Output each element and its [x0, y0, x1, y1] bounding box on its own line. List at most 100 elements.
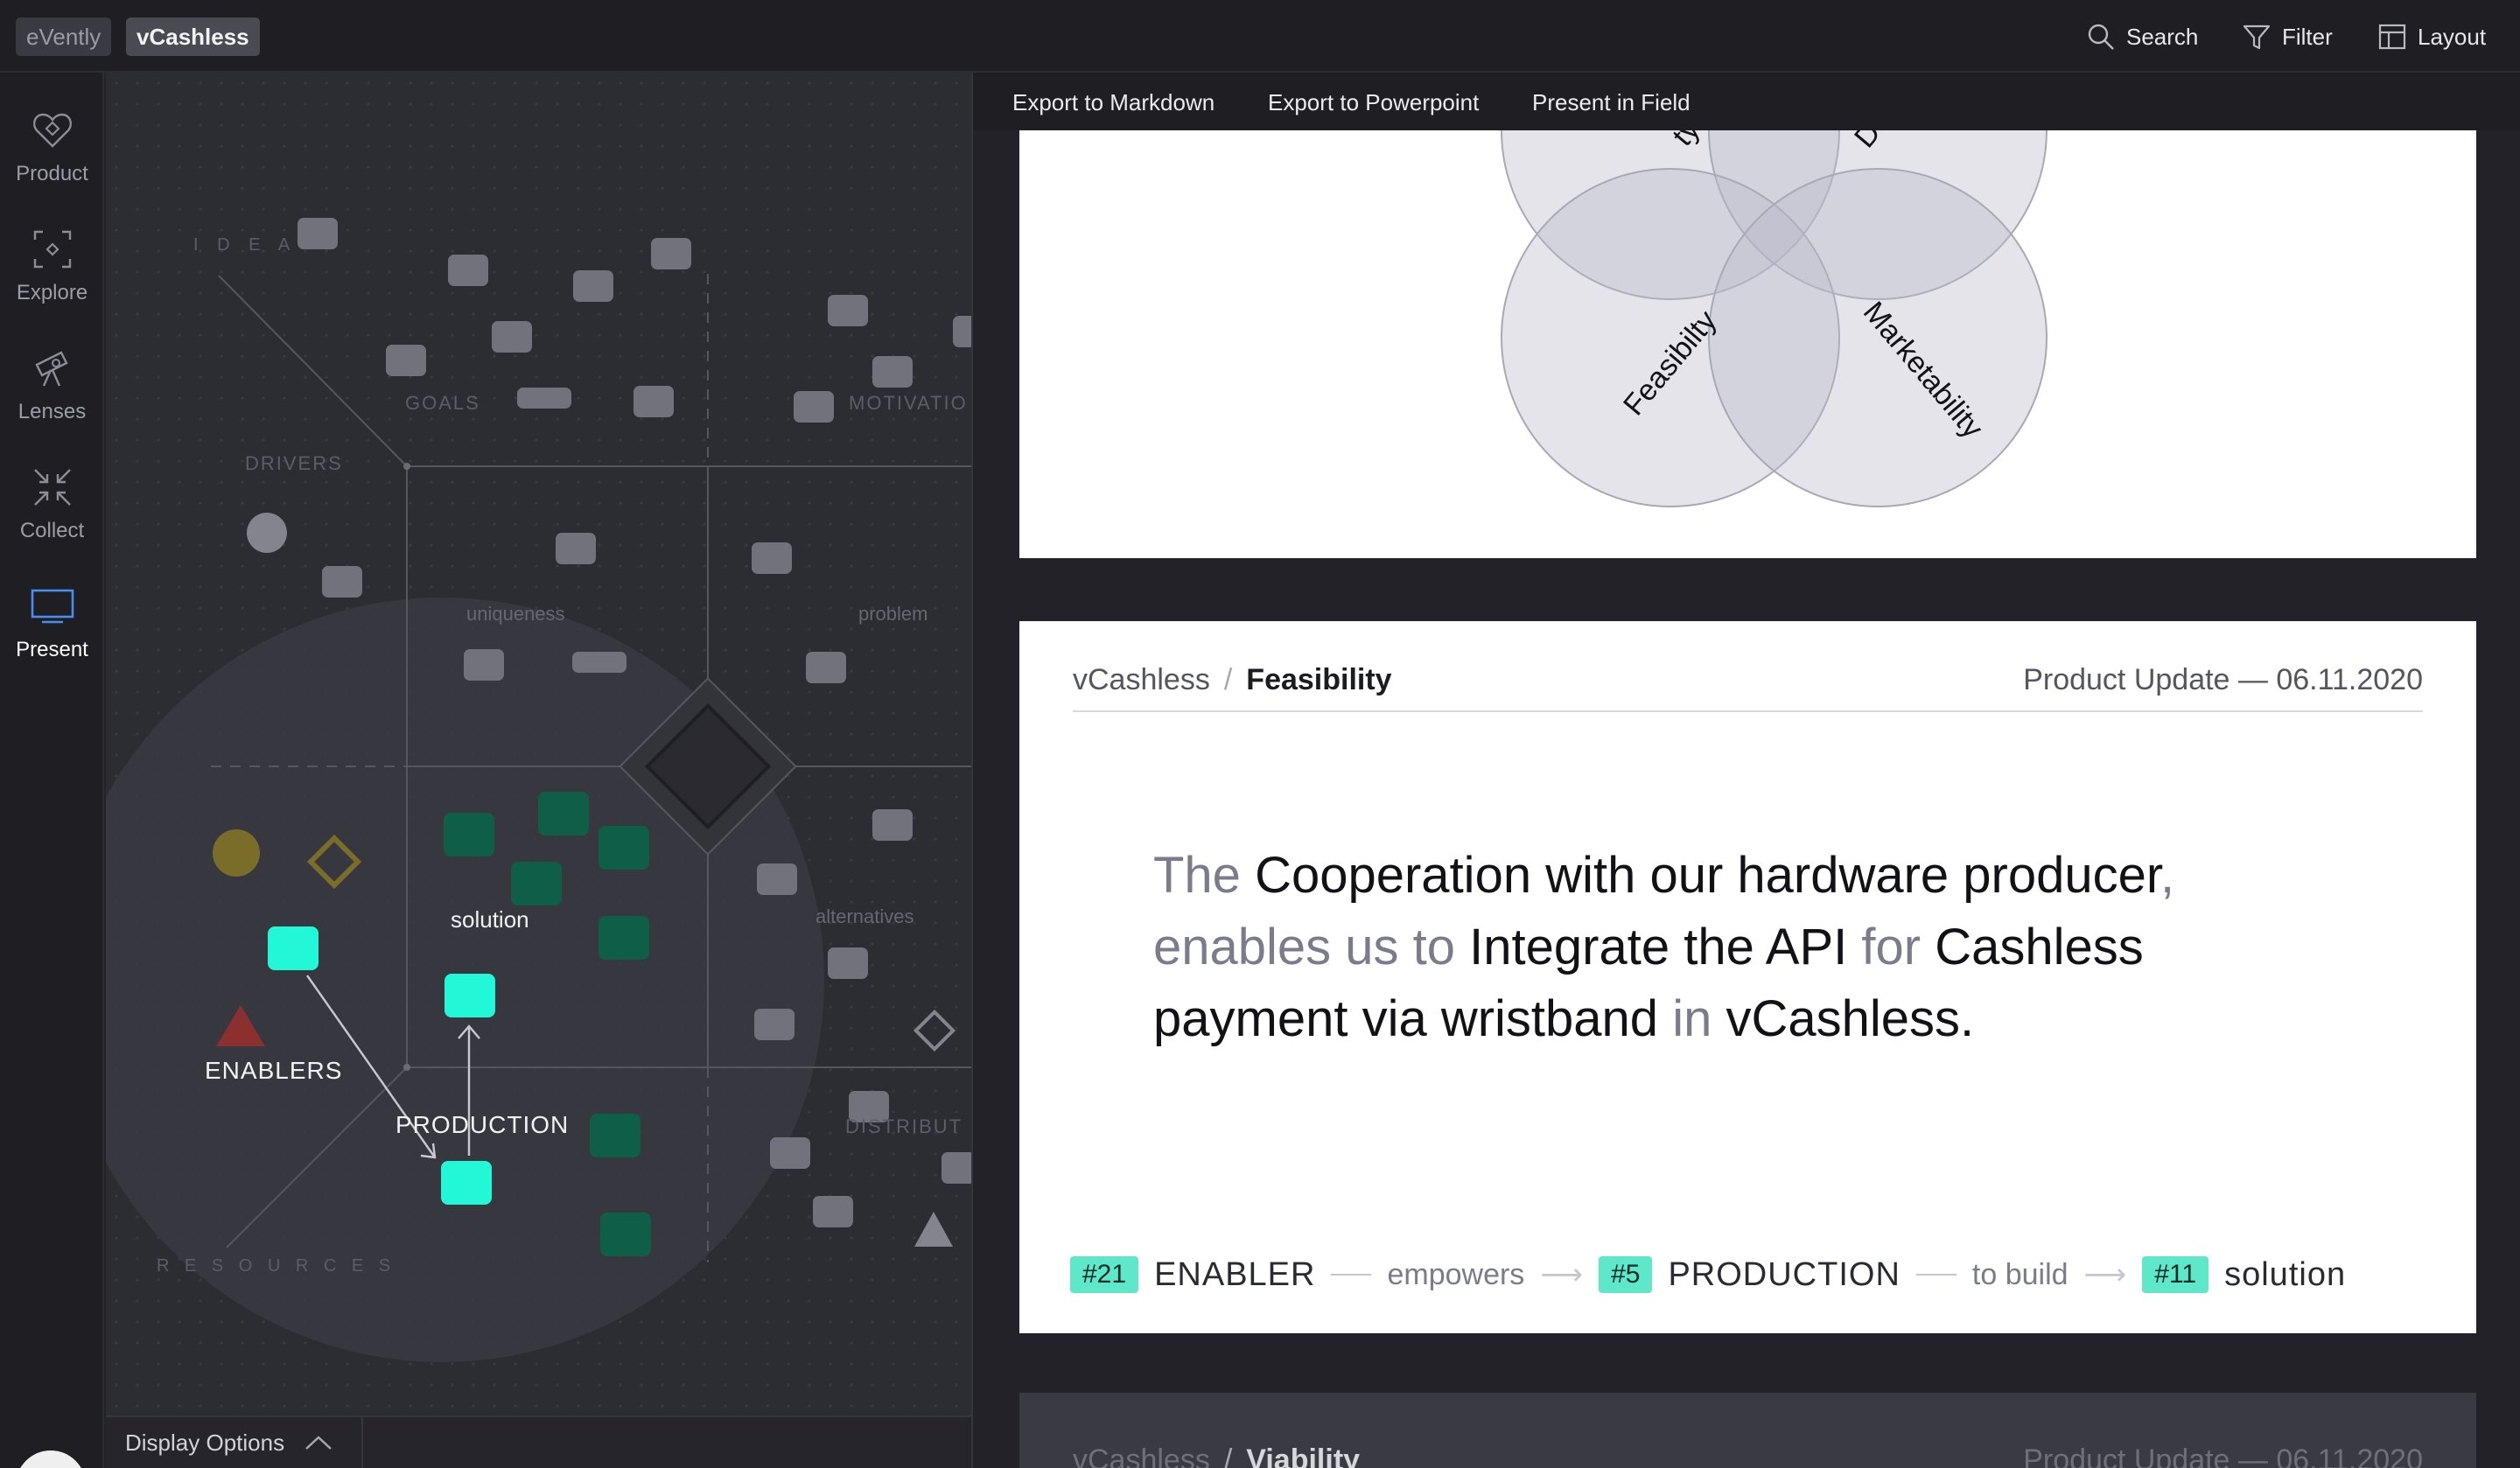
display-options-label: Display Options: [125, 1430, 284, 1457]
export-powerpoint-button[interactable]: Export to Powerpoint: [1268, 85, 1479, 120]
map-node[interactable]: [298, 218, 338, 249]
map-node-triangle[interactable]: [914, 1212, 953, 1247]
map-node[interactable]: [464, 649, 504, 681]
statement-comma: ,: [2160, 847, 2174, 904]
enabler-node-circle[interactable]: [213, 829, 260, 877]
search-button[interactable]: Search: [2086, 17, 2198, 56]
map-node[interactable]: [573, 270, 613, 302]
map-node[interactable]: [322, 566, 362, 598]
slide-header: vCashless/Feasibility Product Update — 0…: [1073, 663, 2423, 712]
nav-item-collect[interactable]: Collect: [0, 465, 104, 570]
map-node[interactable]: [634, 386, 674, 417]
statement-enables: enables us to: [1153, 919, 1455, 975]
slide-viability[interactable]: vCashless/Viability Product Update — 06.…: [1019, 1393, 2476, 1468]
nav-label-explore: Explore: [17, 281, 88, 304]
chain-connector: [1331, 1274, 1371, 1276]
filter-icon: [2242, 22, 2272, 52]
product-map-canvas[interactable]: I D E A GOALS MOTIVATIO DRIVERS uniquene…: [106, 73, 971, 1416]
label-drivers: DRIVERS: [245, 452, 343, 474]
map-node[interactable]: [448, 255, 488, 286]
map-node[interactable]: [916, 1012, 953, 1049]
ideas-connector: [219, 276, 407, 466]
arrow-right-icon: ⟶: [2084, 1257, 2127, 1292]
search-icon: [2086, 22, 2116, 52]
chain-connector: [1916, 1274, 1956, 1276]
presentation-pane: Export to Markdown Export to Powerpoint …: [971, 73, 2520, 1468]
map-node[interactable]: [651, 238, 691, 269]
enabler-node-selected[interactable]: [268, 926, 318, 970]
solution-node[interactable]: [444, 813, 494, 856]
nav-label-lenses: Lenses: [18, 400, 86, 423]
nav-item-present[interactable]: Present: [0, 584, 104, 689]
production-node-selected[interactable]: [441, 1161, 492, 1205]
layout-button[interactable]: Layout: [2377, 17, 2486, 56]
label-uniqueness: uniqueness: [466, 603, 565, 625]
relation-chain: #21 ENABLER empowers ⟶ #5 PRODUCTION to …: [1070, 1253, 2346, 1297]
solution-node-selected[interactable]: [444, 974, 495, 1017]
slide-venn[interactable]: ty D Feasibilty Marketability: [1019, 130, 2476, 558]
production-node[interactable]: [590, 1114, 640, 1157]
map-node[interactable]: [770, 1137, 810, 1169]
map-node[interactable]: [828, 947, 868, 979]
chain-relation-build: to build: [1972, 1258, 2068, 1292]
map-node[interactable]: [492, 321, 532, 353]
nav-label-present: Present: [16, 638, 88, 661]
map-node[interactable]: [872, 809, 913, 841]
nav-label-product: Product: [16, 162, 88, 185]
solution-node[interactable]: [598, 916, 649, 960]
map-node[interactable]: [872, 356, 913, 388]
map-node[interactable]: [517, 388, 571, 409]
breadcrumb-evently[interactable]: eVently: [16, 17, 111, 56]
map-node[interactable]: [556, 533, 596, 564]
display-options-button[interactable]: Display Options: [106, 1417, 363, 1468]
venn-diagram: ty D Feasibilty Marketability: [1019, 130, 2476, 558]
map-node[interactable]: [806, 652, 846, 683]
display-options-bar: Display Options: [106, 1416, 971, 1468]
statement-enabler: Cooperation with our hardware producer: [1255, 847, 2160, 904]
filter-button[interactable]: Filter: [2242, 17, 2333, 56]
production-node[interactable]: [600, 1213, 651, 1256]
driver-node[interactable]: [247, 513, 287, 553]
map-node[interactable]: [953, 316, 971, 347]
solution-node[interactable]: [538, 792, 589, 835]
statement-in: in: [1672, 990, 1712, 1047]
solution-node[interactable]: [598, 826, 649, 870]
nav-label-collect: Collect: [20, 519, 84, 542]
chevron-up-icon: [304, 1434, 333, 1451]
collapse-arrows-icon: [30, 465, 75, 510]
chain-type-enabler: ENABLER: [1154, 1256, 1315, 1294]
map-node[interactable]: [757, 863, 797, 895]
left-navigation: Product Explore Lenses Collect Present: [0, 73, 104, 1468]
map-node[interactable]: [813, 1196, 853, 1227]
label-enablers: ENABLERS: [205, 1057, 342, 1084]
map-node[interactable]: [386, 345, 426, 376]
layout-icon: [2377, 22, 2407, 52]
map-node[interactable]: [752, 542, 792, 574]
chip-enabler-id[interactable]: #21: [1070, 1256, 1138, 1293]
product-map: I D E A GOALS MOTIVATIO DRIVERS uniquene…: [106, 73, 971, 1416]
nav-item-explore[interactable]: Explore: [0, 227, 104, 332]
slide-section: Feasibility: [1246, 663, 1391, 696]
solution-node[interactable]: [511, 862, 562, 905]
map-node[interactable]: [942, 1152, 971, 1184]
label-goals: GOALS: [405, 392, 480, 414]
breadcrumb-vcashless[interactable]: vCashless: [126, 17, 260, 56]
slide-product: vCashless: [1073, 663, 1210, 696]
slide-section: Viability: [1246, 1444, 1360, 1468]
map-node[interactable]: [572, 652, 626, 673]
app-window: eVently vCashless Search Filter Layout P…: [0, 0, 2520, 1468]
nav-item-product[interactable]: Product: [0, 108, 104, 213]
map-node[interactable]: [794, 391, 834, 423]
focus-frame-icon: [30, 227, 75, 272]
nav-item-lenses[interactable]: Lenses: [0, 346, 104, 451]
chip-solution-id[interactable]: #11: [2142, 1256, 2208, 1293]
user-avatar[interactable]: [16, 1451, 86, 1468]
present-in-field-button[interactable]: Present in Field: [1532, 85, 1690, 120]
chain-relation-empowers: empowers: [1387, 1258, 1524, 1292]
slide-feasibility[interactable]: vCashless/Feasibility Product Update — 0…: [1019, 621, 2476, 1333]
grid-node: [403, 463, 410, 470]
map-node[interactable]: [828, 295, 868, 326]
export-markdown-button[interactable]: Export to Markdown: [1012, 85, 1214, 120]
map-node[interactable]: [754, 1009, 794, 1040]
chip-production-id[interactable]: #5: [1599, 1256, 1652, 1293]
